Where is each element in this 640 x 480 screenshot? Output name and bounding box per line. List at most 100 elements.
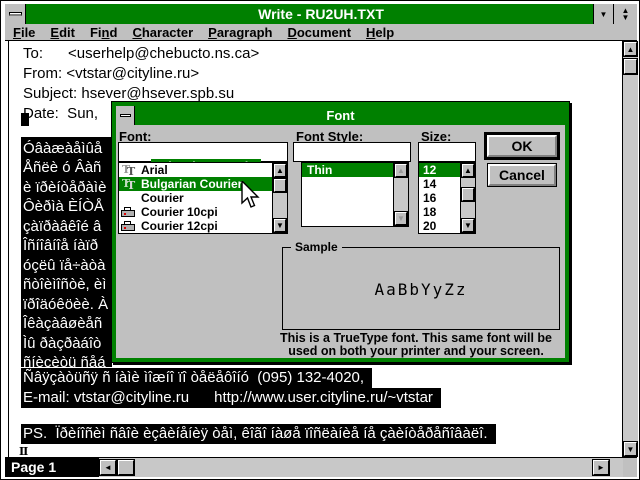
font-style-list[interactable]: Thin ▲ ▼ [301,162,409,227]
mouse-cursor-icon [241,181,263,216]
font-option-courier-12cpi[interactable]: Courier 12cpi [119,219,287,233]
selected-phone-line[interactable]: Ñâÿçàòüñÿ ñ íàìè ìîæíî ïî òåëåôîíó (095)… [21,368,372,388]
selected-line: óçëû ïå÷àòà [23,257,112,277]
title-bar: Write - RU2UH.TXT ▼ ▲ ▼ [5,4,637,24]
font-style-input[interactable]: Thin [293,142,411,162]
up-arrow-icon: ▲ [276,166,284,175]
window-title: Write - RU2UH.TXT [5,6,637,22]
down-arrow-icon: ▼ [397,214,405,223]
ok-button[interactable]: OK [487,135,557,157]
scroll-down-button[interactable]: ▼ [274,219,286,232]
font-dialog-title-bar: Font [116,106,565,125]
up-arrow-icon: ▲ [397,166,405,175]
scroll-down-button[interactable]: ▼ [462,219,474,232]
selected-line: ñíèçèòü ñåá [23,354,112,367]
email-to-line: To: <userhelp@chebucto.ns.ca> [23,45,259,62]
font-option-label: Courier 10cpi [141,205,218,219]
dialog-title: Font [116,108,565,123]
font-dialog: Font Font: Bulgarian Courier TT Arial TT… [111,101,570,363]
menu-bar: File Edit Find Character Paragraph Docum… [5,24,637,41]
email-subject-line: Subject: hsever@hsever.spb.su [23,85,234,102]
vertical-scrollbar[interactable]: ▲ ▼ [622,41,638,457]
truetype-icon: TT [121,164,141,176]
font-option-arial[interactable]: TT Arial [119,163,287,177]
email-from-line: From: <vtstar@cityline.ru> [23,65,199,82]
menu-help[interactable]: Help [366,25,394,40]
size-option-label: 14 [423,177,436,191]
scroll-right-button[interactable]: ► [593,460,609,475]
down-arrow-icon: ▼ [276,221,284,230]
menu-file[interactable]: File [13,25,35,40]
scroll-up-button[interactable]: ▲ [462,164,474,177]
down-arrow-icon: ▼ [464,221,472,230]
font-name-input[interactable]: Bulgarian Courier [118,142,288,162]
sample-group: Sample AaBbYyZz [282,247,560,330]
left-arrow-icon: ◄ [104,463,112,472]
truetype-icon: TT [121,178,141,190]
font-list-scrollbar[interactable]: ▲ ▼ [272,163,287,233]
selected-line: Ìû ðàçðàáîò [23,335,112,355]
minimize-button[interactable]: ▼ [593,4,613,24]
size-list[interactable]: 12 14 16 18 20 ▲ ▼ [418,162,476,234]
cancel-button[interactable]: Cancel [488,164,556,186]
page-status-label: Page 1 [11,459,56,475]
down-arrow-icon: ▼ [600,11,608,18]
size-list-scrollbar[interactable]: ▲ ▼ [460,163,475,233]
email-date-line: Date: Sun, [23,105,98,122]
up-arrow-icon: ▲ [627,45,635,54]
size-option-label: 16 [423,191,436,205]
horizontal-scroll-thumb[interactable] [118,460,134,475]
font-option-label: Arial [141,163,168,177]
scroll-thumb[interactable] [462,188,474,201]
scrollbar-corner [623,458,637,477]
font-option-label: Courier [141,191,184,205]
menu-find[interactable]: Find [90,25,117,40]
down-arrow-icon: ▼ [622,14,630,21]
restore-button[interactable]: ▲ ▼ [613,4,637,24]
document-left-border [8,41,9,457]
size-option-label: 12 [423,163,436,177]
up-arrow-icon: ▲ [464,166,472,175]
sample-group-label: Sample [291,240,342,254]
selection-start-block [21,113,29,126]
down-arrow-icon: ▼ [627,445,635,454]
font-option-label: Courier 12cpi [141,219,218,233]
menu-paragraph[interactable]: Paragraph [208,25,272,40]
scroll-left-button[interactable]: ◄ [100,460,116,475]
selected-line: Åñëè ó Âàñ [23,159,112,179]
selected-line: è ïðèíòåðàìè [23,179,112,199]
selected-line: Óâàæàåìûå [23,140,112,160]
selected-ps-line[interactable]: PS. Ïðèíîñèì ñâîè èçâèíåíèÿ òåì, êîãî íà… [21,424,496,444]
right-arrow-icon: ► [597,463,605,472]
printer-icon [121,220,141,232]
scroll-down-button-disabled: ▼ [395,212,407,225]
write-app-window: Write - RU2UH.TXT ▼ ▲ ▼ File Edit Find C… [0,0,640,480]
style-list-scrollbar[interactable]: ▲ ▼ [393,163,408,226]
menu-edit[interactable]: Edit [50,25,75,40]
style-option-label: Thin [307,163,332,177]
selected-text-block[interactable]: Óâàæàåìûå Åñëè ó Âàñ è ïðèíòåðàìè Ôèðìà … [21,137,112,367]
truetype-note: This is a TrueType font. This same font … [261,332,571,358]
scroll-thumb[interactable] [274,179,286,192]
menu-document[interactable]: Document [287,25,351,40]
scroll-up-button[interactable]: ▲ [624,42,637,56]
scroll-down-button[interactable]: ▼ [624,442,637,456]
font-option-label: Bulgarian Courier [141,177,242,191]
size-option-label: 18 [423,205,436,219]
selected-line: Îñíîâíîå íàïð [23,237,112,257]
horizontal-scrollbar[interactable]: ◄ ► [99,457,637,477]
size-input[interactable]: 12 [418,142,476,162]
selected-line: Îêàçàâøèåñ [23,315,112,335]
selected-line: ïðîäóêöèè. À [23,296,112,316]
selected-email-line[interactable]: E-mail: vtstar@cityline.ru http://www.us… [21,388,441,408]
page-status: Page 1 [5,457,99,477]
sample-text: AaBbYyZz [283,280,559,299]
no-icon [121,192,141,204]
printer-icon [121,206,141,218]
scroll-up-button-disabled: ▲ [395,164,407,177]
vertical-scroll-thumb[interactable] [624,59,637,74]
selected-line: Ôèðìà ÈÍÒÅ [23,198,112,218]
menu-character[interactable]: Character [132,25,193,40]
scroll-up-button[interactable]: ▲ [274,164,286,177]
selected-line: çàïðàâêîé â [23,218,112,238]
